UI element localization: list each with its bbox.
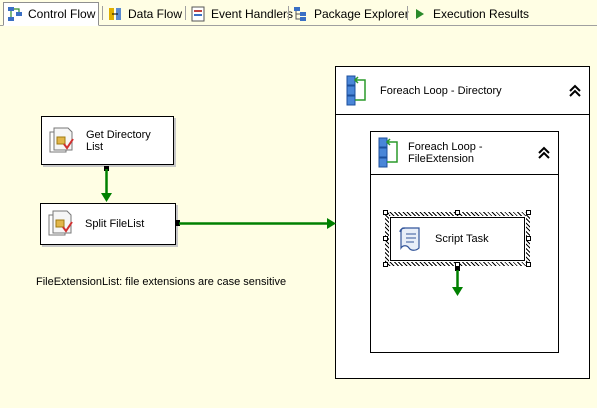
tab-separator (102, 6, 103, 20)
tab-control-flow[interactable]: Control Flow (3, 2, 99, 26)
control-flow-icon (7, 6, 23, 22)
data-flow-icon (107, 6, 123, 22)
annotation-text[interactable]: FileExtensionList: file extensions are c… (36, 276, 286, 288)
event-handlers-icon (190, 6, 206, 22)
package-explorer-icon (293, 6, 309, 22)
designer-tab-bar: Control Flow Data Flow Event Handlers Pa… (0, 0, 597, 26)
precedence-arrow-script-task[interactable] (452, 266, 463, 296)
tab-package-explorer[interactable]: Package Explorer (290, 2, 409, 25)
tab-separator (185, 6, 186, 20)
tab-label: Data Flow (128, 6, 183, 21)
precedence-arrow-getdir-to-split[interactable] (101, 166, 112, 202)
tab-event-handlers[interactable]: Event Handlers (187, 2, 293, 25)
execution-results-icon (412, 6, 428, 22)
tab-label: Event Handlers (211, 6, 294, 21)
control-flow-canvas[interactable]: Foreach Loop - Directory Foreach Loop - … (0, 26, 597, 408)
tab-data-flow[interactable]: Data Flow (104, 2, 184, 25)
precedence-arrow-split-to-foreach[interactable] (176, 218, 336, 229)
tab-execution-results[interactable]: Execution Results (409, 2, 530, 25)
tab-label: Control Flow (28, 7, 96, 21)
tab-label: Package Explorer (314, 6, 409, 21)
precedence-constraints (101, 166, 463, 296)
tab-separator (288, 6, 289, 20)
tab-label: Execution Results (433, 6, 530, 21)
tab-separator (407, 6, 408, 20)
